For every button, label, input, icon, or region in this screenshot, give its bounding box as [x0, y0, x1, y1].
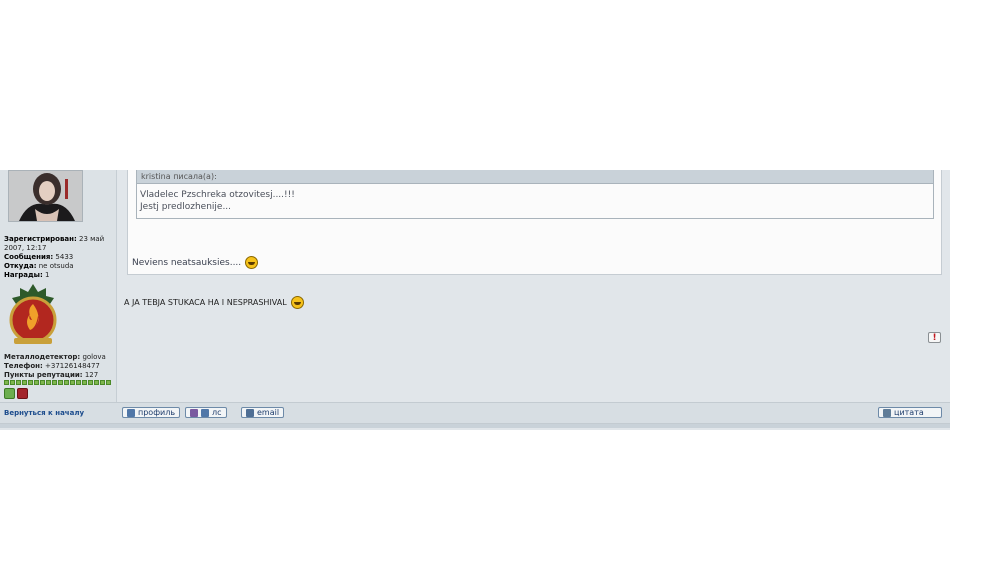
posts-value: 5433	[55, 253, 74, 261]
rep-pip	[34, 380, 39, 385]
pm-button[interactable]: лс	[185, 407, 227, 418]
user-avatar[interactable]	[8, 170, 83, 222]
back-to-top-link[interactable]: Вернуться к началу	[4, 409, 84, 417]
rep-pip	[40, 380, 45, 385]
rep-pip	[94, 380, 99, 385]
profile-icon	[127, 408, 135, 417]
post-body: kristina писала(а): Vladelec Pzschreka o…	[127, 170, 942, 275]
email-icon	[246, 408, 254, 417]
awards-label: Награды:	[4, 271, 43, 279]
phone-value: +37126148477	[45, 362, 100, 370]
rep-pip	[82, 380, 87, 385]
user-info-block: Зарегистрирован: 23 май 2007, 12:17 Сооб…	[4, 235, 116, 280]
rep-value: 127	[84, 371, 99, 379]
posts-label: Сообщения:	[4, 253, 54, 261]
rep-label: Пункты репутации:	[4, 371, 83, 379]
rep-pip	[76, 380, 81, 385]
post-reply-line: A JA TEBJA STUKACA HA I NESPRASHIVAL	[124, 296, 304, 309]
rep-minus-icon[interactable]	[17, 388, 28, 399]
forum-post: Зарегистрирован: 23 май 2007, 12:17 Сооб…	[0, 170, 950, 430]
reply-text-2: A JA TEBJA STUKACA HA I NESPRASHIVAL	[124, 298, 287, 307]
rep-pip	[64, 380, 69, 385]
quote-header: kristina писала(а):	[137, 170, 933, 184]
rep-pip	[22, 380, 27, 385]
from-label: Откуда:	[4, 262, 37, 270]
reputation-bar	[4, 380, 111, 385]
quote-block: kristina писала(а): Vladelec Pzschreka o…	[136, 170, 934, 219]
profile-button[interactable]: профиль	[122, 407, 181, 418]
user-profile-column: Зарегистрирован: 23 май 2007, 12:17 Сооб…	[0, 170, 117, 402]
pm-button-label: лс	[212, 407, 222, 417]
rep-pip	[106, 380, 111, 385]
metal-value: golova	[82, 353, 106, 361]
rep-pip	[100, 380, 105, 385]
post-divider	[0, 424, 950, 428]
rep-pip	[4, 380, 9, 385]
rep-pip	[88, 380, 93, 385]
rep-pip	[16, 380, 21, 385]
laughing-smiley-icon	[290, 296, 304, 309]
profile-button-label: профиль	[138, 407, 176, 417]
rep-pip	[52, 380, 57, 385]
email-button[interactable]: email	[241, 407, 285, 418]
quote-button[interactable]: цитата	[878, 407, 942, 418]
user-info-extra: Металлодетектор: golova Телефон: +371261…	[4, 353, 116, 380]
pm-user-icon	[201, 408, 209, 417]
reply-text-1: Neviens neatsauksies....	[132, 257, 242, 268]
rep-pip	[28, 380, 33, 385]
quote-line-1: Vladelec Pzschreka otzovitesj....!!!	[140, 190, 295, 200]
quote-button-label: цитата	[894, 407, 924, 417]
award-badge-icon[interactable]	[6, 282, 60, 348]
post-reply-text: Neviens neatsauksies....	[132, 256, 259, 269]
awards-value: 1	[45, 271, 50, 279]
rep-pip	[58, 380, 63, 385]
post-action-bar: Вернуться к началу профиль лс email цита…	[0, 402, 950, 424]
rep-pip	[70, 380, 75, 385]
registered-label: Зарегистрирован:	[4, 235, 77, 243]
email-button-label: email	[257, 407, 280, 417]
rep-pip	[46, 380, 51, 385]
quote-icon	[883, 408, 891, 417]
laughing-smiley-icon	[245, 256, 259, 269]
metal-label: Металлодетектор:	[4, 353, 81, 361]
phone-label: Телефон:	[4, 362, 43, 370]
from-value: ne otsuda	[38, 262, 74, 270]
report-post-icon[interactable]: !	[928, 332, 941, 343]
quote-line-2: Jestj predlozhenije...	[140, 202, 232, 212]
rep-vote-icons	[4, 388, 28, 399]
rep-pip	[10, 380, 15, 385]
pm-icon	[190, 408, 198, 417]
rep-plus-icon[interactable]	[4, 388, 15, 399]
